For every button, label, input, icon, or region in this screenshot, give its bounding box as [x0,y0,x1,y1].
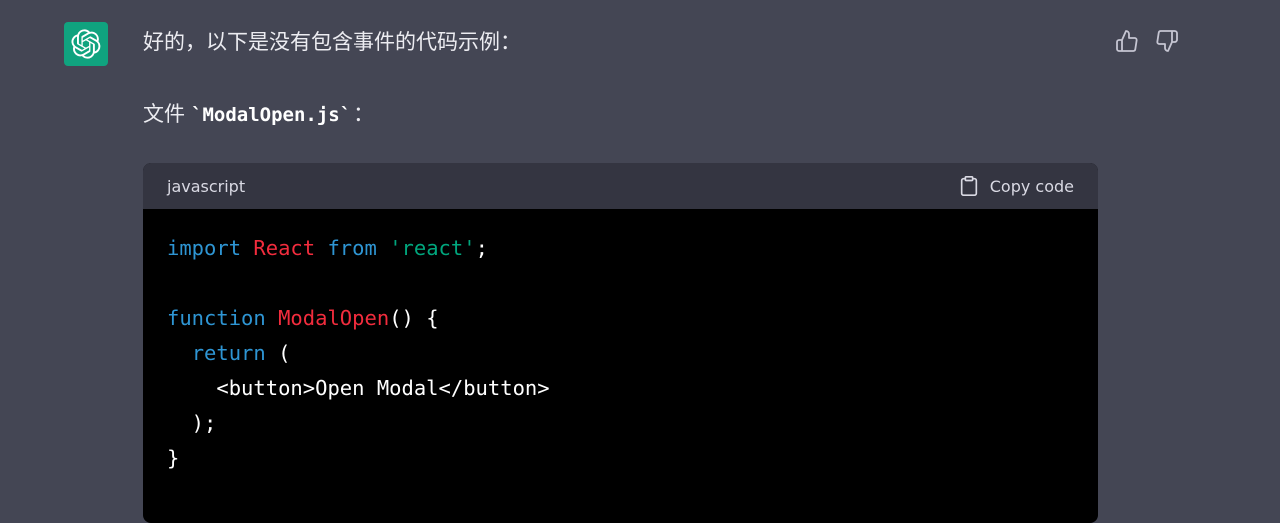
code-token: function [167,306,266,330]
copy-code-button[interactable]: Copy code [958,175,1074,197]
code-line: function ModalOpen() { [167,301,1074,336]
code-token: from [327,236,377,260]
code-token: () { [389,306,439,330]
code-token: return [191,341,266,365]
code-token: React [253,236,316,260]
message-intro: 好的，以下是没有包含事件的代码示例： [143,30,521,54]
code-token: <button>Open Modal</button> [167,376,550,400]
code-header: javascript Copy code [143,163,1098,209]
code-token: ); [167,411,217,435]
thumbs-down-button[interactable] [1154,28,1180,54]
assistant-avatar [64,22,108,66]
thumbs-up-button[interactable] [1114,28,1140,54]
assistant-message: 好的，以下是没有包含事件的代码示例： 文件 `ModalOpen.js` ： [143,26,1098,131]
code-line: ); [167,406,1074,441]
code-token: ( [265,341,291,365]
code-token: } [167,446,180,470]
code-token: 'react' [389,236,476,260]
code-language-label: javascript [167,176,246,196]
feedback-buttons [1114,28,1180,54]
file-label: 文件 [143,102,185,126]
thumbs-up-icon [1116,30,1138,52]
clipboard-icon [960,176,977,196]
openai-logo-icon [71,29,101,59]
copy-code-label: Copy code [989,176,1074,196]
file-colon: ： [353,102,375,126]
code-line: import React from 'react'; [167,231,1074,266]
code-line: return ( [167,336,1074,371]
code-token: import [167,236,242,260]
inline-code-filename: `ModalOpen.js` [191,104,352,126]
thumbs-down-icon [1156,30,1178,52]
code-line: <button>Open Modal</button> [167,371,1074,406]
code-token: ModalOpen [278,306,390,330]
code-block: javascript Copy code import React from '… [143,163,1098,523]
code-token: ; [475,236,488,260]
code-line: } [167,441,1074,476]
file-name-line: 文件 `ModalOpen.js` ： [143,98,1098,131]
code-body: import React from 'react'; function Moda… [143,209,1098,498]
